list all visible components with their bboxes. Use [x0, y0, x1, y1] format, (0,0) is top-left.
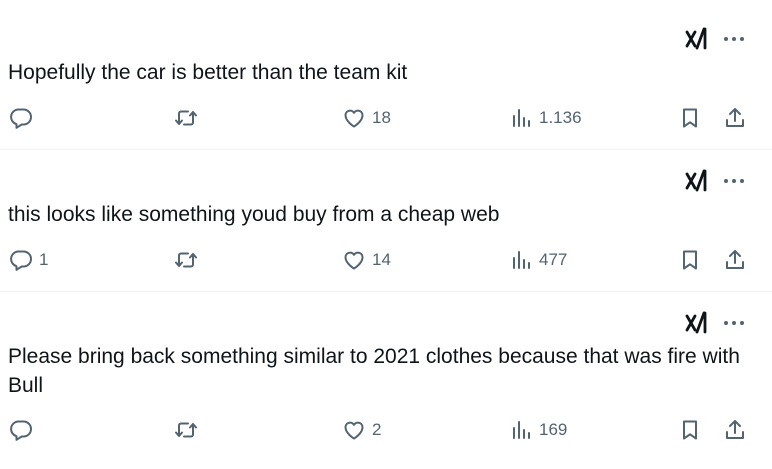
reply-icon [8, 417, 34, 443]
grok-icon[interactable] [684, 26, 710, 52]
share-button[interactable] [722, 415, 748, 445]
post-text: Please bring back something similar to 2… [8, 345, 740, 397]
reply-button[interactable]: 1 [8, 245, 48, 275]
like-button[interactable]: 14 [341, 245, 391, 275]
post-actions: 2 169 [0, 415, 772, 445]
post-actions: 1 14 477 [0, 245, 772, 275]
repost-button[interactable] [173, 103, 204, 133]
repost-icon [173, 417, 199, 443]
share-icon [722, 247, 748, 273]
bookmark-button[interactable] [677, 103, 703, 133]
like-heart-icon [341, 247, 367, 273]
views-count: 169 [539, 420, 568, 439]
grok-icon[interactable] [684, 168, 710, 194]
bookmark-icon [677, 417, 703, 443]
views-button[interactable]: 1.136 [510, 103, 582, 133]
repost-icon [173, 247, 199, 273]
post-actions: 18 1.136 [0, 103, 772, 133]
post[interactable]: Please bring back something similar to 2… [0, 292, 772, 469]
reply-feed: Hopefully the car is better than the tea… [0, 0, 772, 469]
more-options-icon[interactable] [722, 314, 746, 332]
bookmark-icon [677, 105, 703, 131]
share-icon [722, 417, 748, 443]
like-count: 2 [372, 420, 382, 439]
post-text: this looks like something youd buy from … [8, 203, 500, 226]
repost-button[interactable] [173, 415, 204, 445]
reply-button[interactable] [8, 415, 39, 445]
like-button[interactable]: 18 [341, 103, 391, 133]
share-button[interactable] [722, 103, 748, 133]
post-text: Hopefully the car is better than the tea… [8, 61, 408, 84]
views-chart-icon [510, 418, 534, 442]
views-chart-icon [510, 248, 534, 272]
views-button[interactable]: 169 [510, 415, 567, 445]
bookmark-icon [677, 247, 703, 273]
like-count: 14 [372, 250, 391, 269]
repost-icon [173, 105, 199, 131]
grok-icon[interactable] [684, 310, 710, 336]
views-count: 1.136 [539, 108, 582, 127]
views-count: 477 [539, 250, 568, 269]
bookmark-button[interactable] [677, 415, 703, 445]
repost-button[interactable] [173, 245, 204, 275]
like-count: 18 [372, 108, 391, 127]
views-button[interactable]: 477 [510, 245, 567, 275]
reply-count: 1 [39, 250, 49, 269]
share-button[interactable] [722, 245, 748, 275]
like-button[interactable]: 2 [341, 415, 381, 445]
bookmark-button[interactable] [677, 245, 703, 275]
more-options-icon[interactable] [722, 30, 746, 48]
views-chart-icon [510, 106, 534, 130]
reply-icon [8, 247, 34, 273]
like-heart-icon [341, 105, 367, 131]
like-heart-icon [341, 417, 367, 443]
more-options-icon[interactable] [722, 172, 746, 190]
share-icon [722, 105, 748, 131]
post[interactable]: this looks like something youd buy from … [0, 150, 772, 291]
reply-icon [8, 105, 34, 131]
post[interactable]: Hopefully the car is better than the tea… [0, 0, 772, 149]
reply-button[interactable] [8, 103, 39, 133]
